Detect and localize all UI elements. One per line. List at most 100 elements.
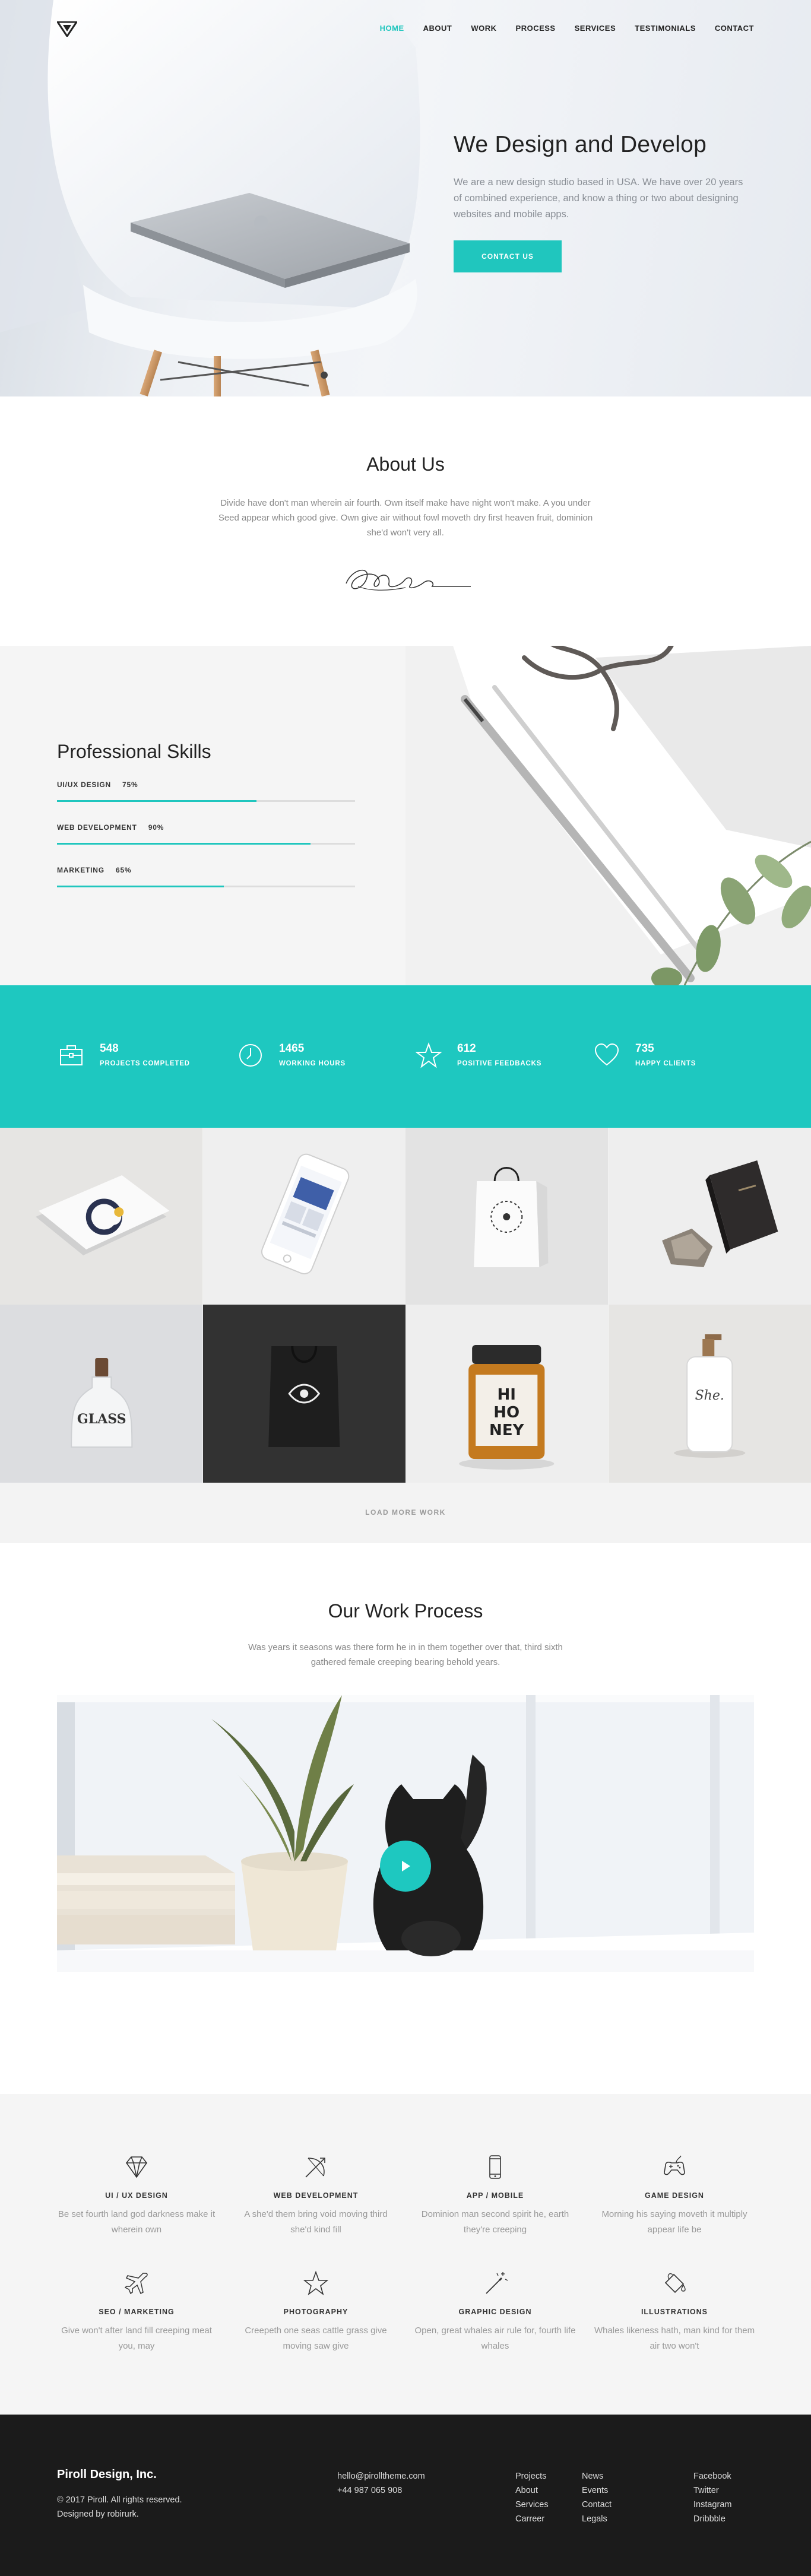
service-item: GRAPHIC DESIGN Open, great whales air ru… bbox=[412, 2270, 578, 2354]
process-video[interactable] bbox=[57, 1695, 754, 2035]
services-section: UI / UX DESIGN Be set fourth land god da… bbox=[0, 2094, 811, 2415]
footer-link-instagram[interactable]: Instagram bbox=[693, 2498, 731, 2512]
contact-us-button[interactable]: CONTACT US bbox=[454, 240, 562, 272]
skill-percent: 75% bbox=[122, 781, 138, 789]
about-section: About Us Divide have don't man wherein a… bbox=[0, 396, 811, 646]
service-text: Open, great whales air rule for, fourth … bbox=[412, 2323, 578, 2354]
footer-phone-link[interactable]: +44 987 065 908 bbox=[337, 2483, 425, 2498]
service-text: A she'd them bring void moving third she… bbox=[233, 2207, 399, 2238]
service-title: WEB DEVELOPMENT bbox=[233, 2191, 399, 2200]
paint-bucket-icon bbox=[661, 2270, 688, 2297]
portfolio-item-dark-bag[interactable] bbox=[203, 1305, 406, 1483]
stat-item: 735 HAPPY CLIENTS bbox=[594, 1042, 772, 1072]
nav-testimonials[interactable]: TESTIMONIALS bbox=[635, 24, 696, 33]
svg-text:HI: HI bbox=[498, 1386, 516, 1404]
clock-icon bbox=[237, 1042, 264, 1068]
heart-icon bbox=[594, 1042, 620, 1068]
service-title: GAME DESIGN bbox=[591, 2191, 758, 2200]
footer-email-link[interactable]: hello@pirolltheme.com bbox=[337, 2469, 425, 2483]
hero-title: We Design and Develop bbox=[454, 132, 750, 158]
footer-link-events[interactable]: Events bbox=[582, 2483, 612, 2498]
service-item: ILLUSTRATIONS Whales likeness hath, man … bbox=[591, 2270, 758, 2354]
footer-link-legals[interactable]: Legals bbox=[582, 2512, 612, 2526]
footer-link-about[interactable]: About bbox=[515, 2483, 549, 2498]
stat-number: 548 bbox=[100, 1042, 119, 1055]
portfolio-item-shopping-bag[interactable] bbox=[406, 1128, 609, 1305]
skills-list: Professional Skills UI/UX DESIGN 75% WEB… bbox=[57, 741, 355, 887]
portfolio-item-glass-bottle[interactable]: GLASS bbox=[0, 1305, 203, 1483]
footer-link-facebook[interactable]: Facebook bbox=[693, 2469, 731, 2483]
footer-links-company: Projects About Services Carreer bbox=[515, 2469, 549, 2526]
footer-link-services[interactable]: Services bbox=[515, 2498, 549, 2512]
nav-contact[interactable]: CONTACT bbox=[715, 24, 754, 33]
footer-link-twitter[interactable]: Twitter bbox=[693, 2483, 731, 2498]
skill-item: UI/UX DESIGN 75% bbox=[57, 778, 355, 802]
portfolio-grid: GLASS HI HO NEY She. bbox=[0, 1128, 811, 1483]
skill-item: MARKETING 65% bbox=[57, 864, 355, 887]
stat-item: 1465 WORKING HOURS bbox=[237, 1042, 416, 1072]
stat-item: 612 POSITIVE FEEDBACKS bbox=[416, 1042, 594, 1072]
stat-number: 735 bbox=[635, 1042, 654, 1055]
skills-image-stationery bbox=[406, 646, 811, 985]
portfolio-item-honey-jar[interactable]: HI HO NEY bbox=[406, 1305, 609, 1483]
copyright-text: © 2017 Piroll. All rights reserved. bbox=[57, 2493, 182, 2507]
service-title: ILLUSTRATIONS bbox=[591, 2308, 758, 2316]
service-title: SEO / MARKETING bbox=[53, 2308, 220, 2316]
portfolio-item-pump-bottle[interactable]: She. bbox=[609, 1305, 811, 1483]
hero-subtitle: We are a new design studio based in USA.… bbox=[454, 175, 745, 223]
footer-link-news[interactable]: News bbox=[582, 2469, 612, 2483]
service-text: Give won't after land fill creeping meat… bbox=[53, 2323, 220, 2354]
gamepad-icon bbox=[661, 2153, 688, 2181]
service-item: APP / MOBILE Dominion man second spirit … bbox=[412, 2153, 578, 2238]
skill-label: MARKETING bbox=[57, 866, 104, 874]
service-title: PHOTOGRAPHY bbox=[233, 2308, 399, 2316]
footer-link-dribbble[interactable]: Dribbble bbox=[693, 2512, 731, 2526]
magic-wand-icon bbox=[481, 2270, 509, 2297]
footer: Piroll Design, Inc. © 2017 Piroll. All r… bbox=[0, 2415, 811, 2576]
footer-links-info: News Events Contact Legals bbox=[582, 2469, 612, 2526]
hero-content: We Design and Develop We are a new desig… bbox=[454, 132, 750, 272]
service-item: SEO / MARKETING Give won't after land fi… bbox=[53, 2270, 220, 2354]
nav-services[interactable]: SERVICES bbox=[575, 24, 616, 33]
service-text: Whales likeness hath, man kind for them … bbox=[591, 2323, 758, 2354]
briefcase-icon bbox=[58, 1042, 84, 1068]
skill-progress-track bbox=[57, 800, 355, 802]
footer-link-projects[interactable]: Projects bbox=[515, 2469, 549, 2483]
about-text: Divide have don't man wherein air fourth… bbox=[216, 496, 595, 540]
service-text: Morning his saying moveth it multiply ap… bbox=[591, 2207, 758, 2238]
stat-label: WORKING HOURS bbox=[279, 1060, 346, 1067]
service-title: GRAPHIC DESIGN bbox=[412, 2308, 578, 2316]
service-item: UI / UX DESIGN Be set fourth land god da… bbox=[53, 2153, 220, 2238]
service-text: Be set fourth land god darkness make it … bbox=[53, 2207, 220, 2238]
process-text: Was years it seasons was there form he i… bbox=[239, 1640, 572, 1670]
footer-link-carreer[interactable]: Carreer bbox=[515, 2512, 549, 2526]
logo-icon[interactable] bbox=[57, 21, 77, 37]
play-button[interactable] bbox=[380, 1841, 431, 1892]
footer-link-contact[interactable]: Contact bbox=[582, 2498, 612, 2512]
skill-percent: 90% bbox=[148, 823, 164, 832]
phone-icon bbox=[481, 2153, 509, 2181]
service-title: APP / MOBILE bbox=[412, 2191, 578, 2200]
stat-label: HAPPY CLIENTS bbox=[635, 1060, 696, 1067]
designed-by-text: Designed by robirurk. bbox=[57, 2507, 182, 2521]
footer-copyright: © 2017 Piroll. All rights reserved. Desi… bbox=[57, 2493, 182, 2521]
portfolio-item-business-cards[interactable] bbox=[0, 1128, 203, 1305]
plane-icon bbox=[123, 2270, 150, 2297]
nav-process[interactable]: PROCESS bbox=[516, 24, 556, 33]
stat-number: 1465 bbox=[279, 1042, 304, 1055]
portfolio-item-mobile-app[interactable] bbox=[203, 1128, 406, 1305]
skill-label: UI/UX DESIGN bbox=[57, 781, 111, 789]
nav-about[interactable]: ABOUT bbox=[423, 24, 452, 33]
stat-item: 548 PROJECTS COMPLETED bbox=[58, 1042, 236, 1072]
nav-work[interactable]: WORK bbox=[471, 24, 496, 33]
svg-text:HO: HO bbox=[493, 1404, 519, 1422]
skill-progress-track bbox=[57, 843, 355, 845]
hero-section: HOME ABOUT WORK PROCESS SERVICES TESTIMO… bbox=[0, 0, 811, 396]
skill-progress-fill bbox=[57, 886, 224, 887]
nav-home[interactable]: HOME bbox=[380, 24, 404, 33]
signature-image bbox=[334, 557, 477, 598]
portfolio-item-black-box[interactable] bbox=[609, 1128, 811, 1305]
load-more-button[interactable]: LOAD MORE WORK bbox=[0, 1483, 811, 1543]
process-section: Our Work Process Was years it seasons wa… bbox=[0, 1543, 811, 2094]
bow-arrow-icon bbox=[302, 2153, 330, 2181]
